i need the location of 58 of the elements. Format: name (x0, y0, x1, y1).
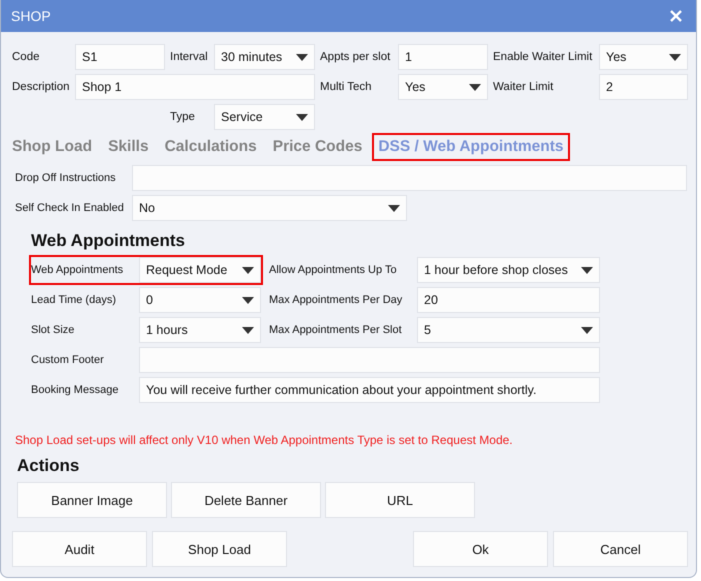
close-icon[interactable] (670, 10, 682, 22)
caret-icon (581, 326, 593, 334)
input-field[interactable] (139, 347, 600, 373)
field-label: Max Appointments Per Slot (268, 324, 403, 336)
dropdown[interactable]: 0 (139, 287, 261, 313)
caret-icon (388, 204, 400, 212)
caret-icon (242, 296, 254, 304)
caret-icon (242, 326, 254, 334)
footer-button[interactable]: Shop Load (152, 531, 287, 567)
field-label: Waiter Limit (492, 81, 554, 93)
caret-icon (296, 114, 308, 120)
field-label: Type (169, 111, 196, 123)
field-label: Multi Tech (319, 81, 373, 93)
caret-icon (242, 266, 254, 274)
footer-button[interactable]: Cancel (553, 531, 688, 567)
field-label: Appts per slot (319, 51, 392, 63)
input-field[interactable]: 20 (417, 287, 600, 313)
field-label: Drop Off Instructions (15, 172, 117, 184)
section-heading: Actions (16, 456, 80, 476)
input-field[interactable]: 1 (398, 44, 488, 70)
action-button[interactable]: Delete Banner (171, 482, 321, 518)
field-label: Description (11, 81, 71, 93)
field-label: Booking Message (31, 384, 120, 396)
dropdown[interactable]: Service (214, 104, 315, 130)
caret-icon (669, 54, 681, 60)
field-label: Lead Time (days) (31, 294, 117, 306)
dropdown[interactable]: Yes (398, 74, 488, 100)
input-field[interactable] (132, 165, 687, 191)
field-label: Web Appointments (31, 264, 124, 276)
action-button[interactable]: URL (325, 482, 475, 518)
dropdown[interactable]: 1 hour before shop closes (417, 257, 600, 283)
input-field[interactable]: 2 (599, 74, 688, 100)
section-heading: Web Appointments (31, 231, 186, 251)
dropdown[interactable]: No (132, 195, 407, 221)
input-field[interactable]: You will receive further communication about your appointment shortly. (139, 377, 600, 403)
dropdown[interactable]: 5 (417, 317, 600, 343)
footer-button[interactable]: Audit (12, 531, 147, 567)
caret-icon (581, 266, 593, 274)
dropdown[interactable]: Request Mode (139, 257, 261, 283)
caret-icon (469, 84, 481, 90)
warning-message: Shop Load set-ups will affect only V10 when Web Appointments Type is set to Request Mode. (14, 433, 514, 447)
dropdown[interactable]: Yes (599, 44, 688, 70)
action-button[interactable]: Banner Image (17, 482, 167, 518)
window-title: SHOP (11, 8, 51, 24)
field-label: Allow Appointments Up To (268, 264, 398, 276)
field-label: Interval (169, 51, 209, 63)
dropdown[interactable]: 30 minutes (214, 44, 315, 70)
field-label: Custom Footer (31, 354, 105, 366)
field-label: Code (11, 51, 40, 63)
input-field[interactable]: Shop 1 (75, 74, 315, 100)
footer-button[interactable]: Ok (413, 531, 548, 567)
field-label: Max Appointments Per Day (268, 294, 404, 306)
input-field[interactable]: S1 (75, 44, 165, 70)
field-label: Self Check In Enabled (15, 202, 125, 214)
field-label: Enable Waiter Limit (492, 51, 594, 63)
field-label: Slot Size (31, 324, 76, 336)
dropdown[interactable]: 1 hours (139, 317, 261, 343)
caret-icon (296, 54, 308, 60)
